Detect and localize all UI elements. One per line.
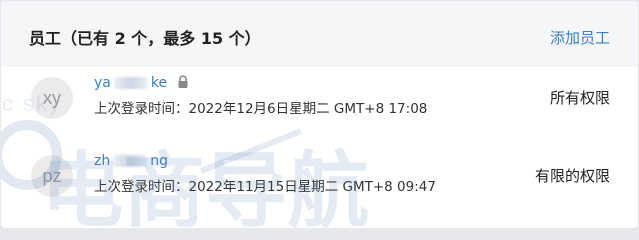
employee-name[interactable]: zh ng [94, 153, 168, 169]
last-login: 上次登录时间：2022年12月6日星期二 GMT+8 17:08 [94, 97, 427, 117]
employee-name-suffix: ng [150, 153, 168, 169]
name-redaction [113, 155, 148, 167]
staff-header: 员工（已有 2 个，最多 15 个） 添加员工 [1, 1, 638, 67]
name-redaction [113, 77, 148, 89]
employee-name-prefix: zh [94, 153, 111, 169]
last-login-label: 上次登录时间： [94, 101, 189, 117]
staff-title: 员工（已有 2 个，最多 15 个） [29, 29, 261, 48]
last-login-label: 上次登录时间： [94, 179, 189, 195]
last-login-time: 2022年11月15日星期二 GMT+8 09:47 [188, 179, 436, 195]
employee-name-suffix: ke [150, 75, 168, 91]
add-staff-link[interactable]: 添加员工 [550, 27, 610, 48]
avatar: xy [31, 77, 73, 119]
last-login: 上次登录时间：2022年11月15日星期二 GMT+8 09:47 [94, 175, 436, 195]
permission-label: 有限的权限 [534, 167, 610, 185]
permission-label: 所有权限 [549, 89, 610, 107]
employee-row[interactable]: pz zh ng 上次登录时间：2022年11月15日星期二 GMT+8 09:… [1, 145, 638, 223]
staff-card: 员工（已有 2 个，最多 15 个） 添加员工 xy ya ke 上次登录时间：… [1, 1, 638, 228]
last-login-time: 2022年12月6日星期二 GMT+8 17:08 [188, 101, 428, 117]
employee-name[interactable]: ya ke [94, 75, 189, 91]
lock-icon [178, 75, 188, 88]
employee-row[interactable]: xy ya ke 上次登录时间：2022年12月6日星期二 GMT+8 17:0… [1, 67, 638, 145]
avatar: pz [31, 155, 73, 197]
employee-name-prefix: ya [94, 75, 111, 91]
